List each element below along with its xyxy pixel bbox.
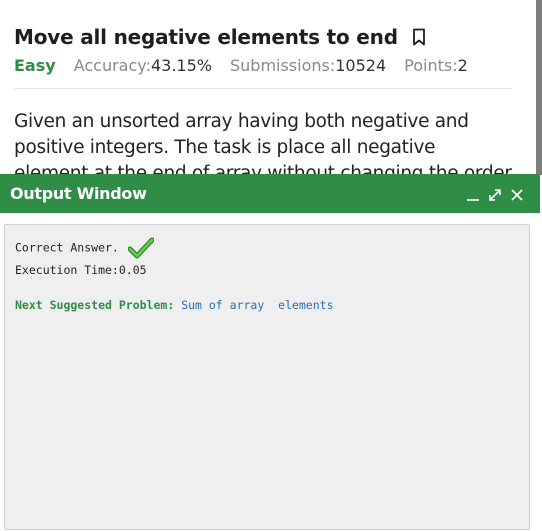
minimize-icon[interactable] [466, 187, 480, 201]
next-suggested-label: Next Suggested Problem: [15, 298, 175, 312]
scrollbar-track[interactable] [536, 0, 542, 175]
result-line: Correct Answer. [15, 237, 155, 259]
result-text: Correct Answer. [15, 240, 119, 255]
problem-title: Move all negative elements to end [14, 25, 398, 49]
next-suggested-link[interactable]: Sum of array elements [181, 298, 333, 312]
title-row: Move all negative elements to end [14, 22, 514, 52]
next-suggested-line: Next Suggested Problem: Sum of array ele… [15, 298, 334, 312]
difficulty-badge: Easy [14, 56, 56, 75]
accuracy-label: Accuracy: [73, 56, 151, 75]
check-icon [127, 237, 155, 259]
close-icon[interactable] [510, 187, 524, 201]
output-window-body: Correct Answer. Execution Time:0.05 Next… [4, 224, 530, 530]
output-window-header[interactable]: Output Window [0, 174, 540, 213]
submissions-label: Submissions: [229, 56, 336, 75]
bookmark-icon[interactable] [412, 28, 426, 46]
submissions-value: 10524 [335, 56, 387, 75]
divider [14, 88, 512, 89]
page: Move all negative elements to end Easy A… [0, 0, 542, 531]
points-value: 2 [457, 56, 468, 75]
window-controls [466, 187, 524, 201]
output-window-title: Output Window [10, 184, 147, 203]
expand-icon[interactable] [488, 187, 502, 201]
points-label: Points: [404, 56, 458, 75]
execution-time: Execution Time:0.05 [15, 263, 147, 277]
problem-meta: Easy Accuracy: 43.15% Submissions: 10524… [14, 56, 514, 80]
accuracy-value: 43.15% [150, 56, 212, 75]
scrollbar-thumb[interactable] [536, 0, 542, 175]
